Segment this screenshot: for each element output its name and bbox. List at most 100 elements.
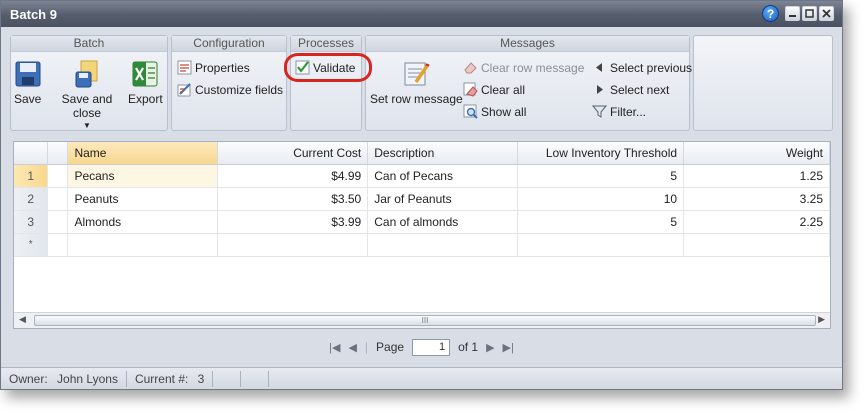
show-all-button[interactable]: Show all: [463, 104, 526, 119]
page-number-input[interactable]: 1: [412, 338, 451, 356]
customize-fields-icon: [177, 83, 191, 97]
help-icon[interactable]: ?: [762, 5, 779, 22]
new-row-marker[interactable]: *: [14, 233, 49, 257]
processes-group: Processes Validate: [290, 35, 362, 131]
cell-weight[interactable]: 3.25: [683, 187, 830, 211]
column-header-description[interactable]: Description: [367, 142, 519, 165]
column-header-weight[interactable]: Weight: [683, 142, 830, 165]
row-number[interactable]: 3: [14, 210, 49, 234]
new-cell-description[interactable]: [367, 233, 519, 257]
row-number[interactable]: 2: [14, 187, 49, 211]
close-button[interactable]: [819, 6, 834, 21]
filter-button[interactable]: Filter...: [592, 104, 646, 119]
status-bar: Owner: John Lyons Current #: 3: [1, 367, 842, 389]
select-next-button[interactable]: Select next: [592, 82, 669, 97]
ribbon: Batch Save Save and close ▼ Export Confi…: [10, 35, 833, 133]
clear-all-icon: [463, 82, 478, 97]
configuration-group: Configuration Properties Customize field…: [171, 35, 287, 131]
minimize-icon: [789, 15, 796, 17]
owner-label: Owner:: [9, 371, 48, 386]
validate-highlight-ring: [284, 53, 372, 82]
select-previous-button[interactable]: Select previous: [592, 60, 692, 75]
window-title: Batch 9: [10, 6, 57, 22]
cell-low-inventory-threshold[interactable]: 10: [517, 187, 685, 211]
table-row[interactable]: 3 Almonds $3.99 Can of almonds 5 2.25: [14, 210, 830, 234]
messages-group: Messages Set row message Clear row messa…: [365, 35, 692, 131]
previous-page-icon[interactable]: ◀: [348, 341, 356, 354]
set-row-message-button[interactable]: Set row message: [370, 60, 463, 106]
new-row[interactable]: *: [14, 233, 830, 257]
cell-name[interactable]: Pecans: [67, 163, 219, 188]
show-all-label: Show all: [481, 104, 527, 119]
select-next-label: Select next: [610, 82, 670, 97]
filter-label: Filter...: [610, 104, 647, 119]
triangle-left-icon: [596, 63, 602, 72]
cell-name[interactable]: Almonds: [67, 210, 219, 234]
row-indicator: [47, 210, 69, 234]
eraser-icon: [464, 62, 477, 74]
status-segment-empty-2: [241, 370, 270, 387]
save-and-close-label: Save and close: [61, 92, 113, 120]
maximize-icon: [805, 9, 814, 18]
excel-icon: [132, 61, 158, 87]
column-header-current-cost[interactable]: Current Cost: [217, 142, 369, 165]
new-cell-current-cost[interactable]: [217, 233, 369, 257]
indicator-header: [47, 142, 69, 165]
cell-weight[interactable]: 2.25: [683, 210, 830, 234]
properties-button[interactable]: Properties: [177, 60, 250, 75]
scrollbar-thumb[interactable]: III: [34, 315, 816, 326]
table-row[interactable]: 2 Peanuts $3.50 Jar of Peanuts 10 3.25: [14, 187, 830, 211]
cell-low-inventory-threshold[interactable]: 5: [517, 164, 685, 188]
row-number[interactable]: 1: [14, 164, 49, 188]
row-indicator: [47, 187, 69, 211]
magnifier-icon: [463, 104, 478, 119]
scroll-left-arrow-icon[interactable]: ◀: [19, 314, 26, 325]
configuration-group-title: Configuration: [172, 36, 286, 52]
cell-name[interactable]: Peanuts: [67, 187, 219, 211]
save-and-close-icon: [75, 60, 98, 88]
column-header-name[interactable]: Name: [67, 142, 219, 165]
next-page-icon[interactable]: ▶: [486, 341, 494, 354]
column-header-low-inventory-threshold[interactable]: Low Inventory Threshold: [517, 142, 685, 165]
clear-all-button[interactable]: Clear all: [463, 82, 525, 97]
dropdown-arrow-icon[interactable]: ▼: [46, 121, 128, 130]
corner-header: [14, 142, 49, 165]
save-and-close-button[interactable]: Save and close ▼: [46, 60, 128, 130]
triangle-right-icon: [597, 85, 603, 94]
clear-row-message-button[interactable]: Clear row message: [463, 60, 584, 75]
grid-table: Name Current Cost Description Low Invent…: [14, 142, 830, 257]
cell-weight[interactable]: 1.25: [683, 164, 830, 188]
row-indicator: [47, 164, 69, 188]
properties-icon: [177, 60, 192, 75]
horizontal-scrollbar[interactable]: ◀ III ▶: [14, 312, 830, 328]
first-page-icon[interactable]: |◀: [329, 341, 340, 354]
clear-all-label: Clear all: [481, 82, 526, 97]
cell-current-cost[interactable]: $3.99: [217, 210, 369, 234]
new-cell-low-inventory-threshold[interactable]: [517, 233, 685, 257]
cell-description[interactable]: Jar of Peanuts: [367, 187, 519, 211]
new-cell-weight[interactable]: [683, 233, 830, 257]
table-row[interactable]: 1 Pecans $4.99 Can of Pecans 5 1.25: [14, 163, 830, 188]
last-page-icon[interactable]: ▶|: [503, 341, 514, 354]
clear-row-message-label: Clear row message: [481, 60, 585, 75]
export-button[interactable]: Export: [128, 60, 163, 106]
maximize-button[interactable]: [802, 6, 817, 21]
funnel-icon: [592, 105, 607, 118]
cell-low-inventory-threshold[interactable]: 5: [517, 210, 685, 234]
new-cell-name[interactable]: [67, 233, 219, 257]
cell-current-cost[interactable]: $3.50: [217, 187, 369, 211]
of-pages-label: of 1: [458, 340, 479, 354]
customize-fields-label: Customize fields: [195, 82, 284, 97]
scroll-right-arrow-icon[interactable]: ▶: [818, 314, 825, 325]
customize-fields-button[interactable]: Customize fields: [177, 82, 283, 97]
owner-segment: Owner: John Lyons: [1, 370, 127, 387]
select-previous-label: Select previous: [610, 60, 693, 75]
cell-description[interactable]: Can of almonds: [367, 210, 519, 234]
batch-window: Batch 9 ? Batch Save Save and close ▼ Ex…: [0, 0, 843, 390]
current-label: Current #:: [134, 371, 189, 386]
properties-label: Properties: [195, 60, 250, 75]
cell-current-cost[interactable]: $4.99: [217, 164, 369, 188]
cell-description[interactable]: Can of Pecans: [367, 164, 519, 188]
save-button[interactable]: Save: [14, 60, 41, 106]
minimize-button[interactable]: [785, 6, 800, 21]
